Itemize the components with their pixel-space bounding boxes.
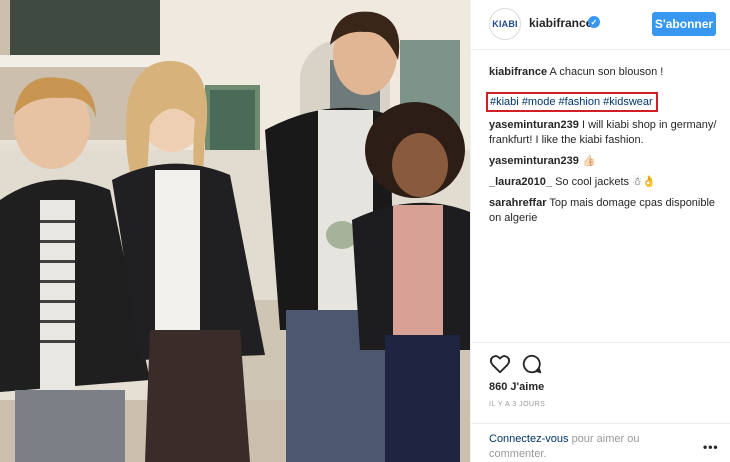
caption: kiabifrance A chacun son blouson !: [489, 65, 721, 80]
verified-badge-icon: ✓: [588, 16, 600, 28]
post-image[interactable]: [0, 0, 470, 462]
ellipsis-icon[interactable]: •••: [703, 440, 719, 454]
post-timestamp: IL Y A 3 JOURS: [489, 401, 546, 408]
comment-icon[interactable]: [521, 353, 543, 375]
post-photo-illustration: [0, 0, 470, 462]
post-details-panel: KIABI kiabifrance ✓ S'abonner kiabifranc…: [470, 0, 730, 462]
comment-item: yaseminturan239 👍🏻: [489, 154, 721, 169]
comment-item: sarahreffar Top mais domage cpas disponi…: [489, 196, 721, 226]
header-username-link[interactable]: kiabifrance: [529, 16, 592, 30]
post-header: KIABI kiabifrance ✓ S'abonner: [471, 0, 730, 50]
login-prompt-text: Connectez-vous pour aimer ou commenter.: [489, 432, 689, 462]
caption-text: A chacun son blouson !: [549, 66, 664, 78]
hashtags-outlined: #kiabi #mode #fashion #kidswear: [486, 92, 658, 112]
comment-text: 👍🏻: [581, 155, 596, 167]
comment-text: So cool jackets ☃👌: [555, 176, 656, 188]
comment-username-link[interactable]: sarahreffar: [489, 197, 546, 209]
comment-item: yaseminturan239 I will kiabi shop in ger…: [489, 118, 721, 148]
likes-count[interactable]: 860 J'aime: [489, 381, 544, 393]
caption-username-link[interactable]: kiabifrance: [489, 66, 547, 78]
comment-username-link[interactable]: yaseminturan239: [489, 119, 579, 131]
comment-username-link[interactable]: yaseminturan239: [489, 155, 579, 167]
comment-username-link[interactable]: _laura2010_: [489, 176, 552, 188]
hashtag-link[interactable]: #fashion: [559, 96, 601, 108]
kiabi-logo: KIABI: [492, 19, 518, 29]
heart-icon[interactable]: [489, 353, 511, 375]
comment-item: _laura2010_ So cool jackets ☃👌: [489, 175, 721, 190]
comment-list: kiabifrance A chacun son blouson ! #kiab…: [486, 65, 721, 232]
avatar[interactable]: KIABI: [489, 8, 521, 40]
hashtag-highlight-box: #kiabi #mode #fashion #kidswear: [486, 92, 721, 118]
hashtag-link[interactable]: #kidswear: [603, 96, 653, 108]
login-prompt: Connectez-vous pour aimer ou commenter. …: [471, 423, 730, 462]
hashtag-link[interactable]: #mode: [522, 96, 556, 108]
follow-button[interactable]: S'abonner: [652, 12, 716, 36]
login-link[interactable]: Connectez-vous: [489, 433, 569, 445]
hashtag-link[interactable]: #kiabi: [490, 96, 519, 108]
post-actions: 860 J'aime IL Y A 3 JOURS Connectez-vous…: [471, 342, 730, 462]
